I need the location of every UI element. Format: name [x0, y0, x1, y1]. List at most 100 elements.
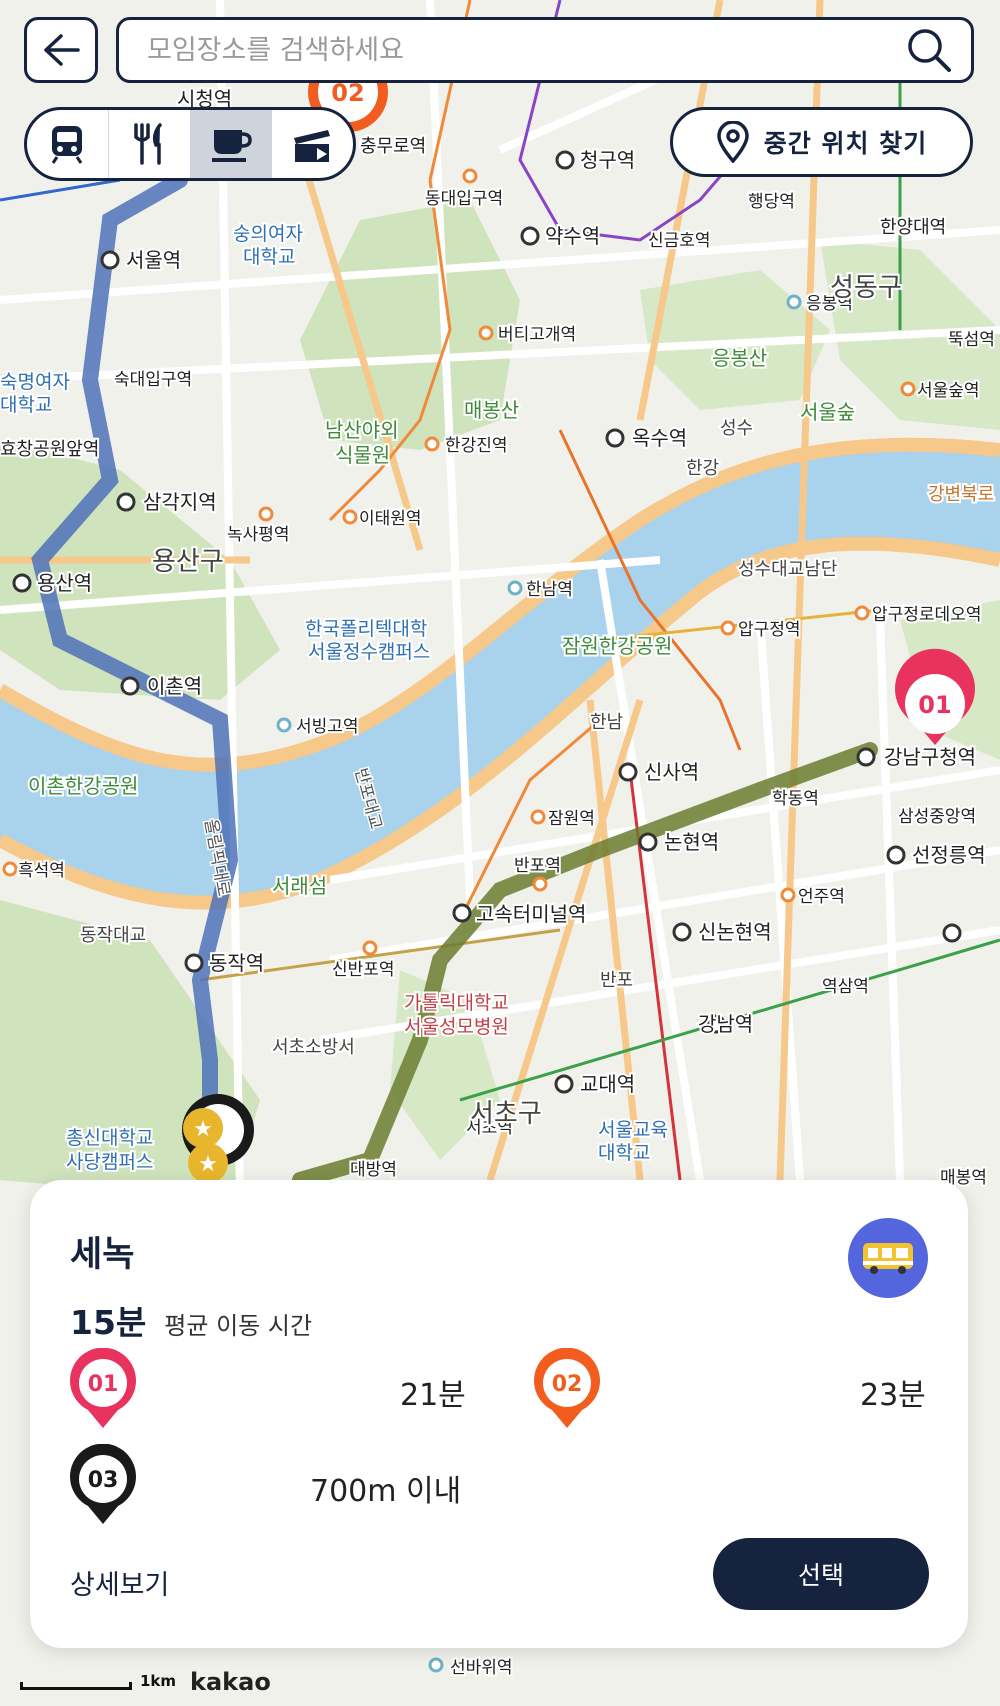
svg-text:용산구: 용산구	[152, 547, 224, 577]
participant-02-label: 02	[552, 1372, 583, 1397]
svg-text:이촌역: 이촌역	[147, 674, 202, 698]
svg-text:강변북로: 강변북로	[928, 484, 994, 505]
svg-text:선바위역: 선바위역	[450, 1658, 513, 1678]
detail-link[interactable]: 상세보기	[70, 1563, 169, 1602]
participant-03-time: 700m 이내	[310, 1474, 462, 1509]
svg-text:★: ★	[193, 1117, 213, 1142]
category-restaurant-button[interactable]	[109, 110, 191, 178]
svg-text:성수: 성수	[720, 418, 753, 439]
svg-text:옥수역: 옥수역	[632, 426, 687, 450]
svg-text:한국폴리텍대학: 한국폴리텍대학	[305, 618, 427, 640]
place-card: 세녹 15분 평균 이동 시간 01 21분 02 23분 03 700m 이내…	[30, 1180, 968, 1648]
participant-01-marker: 01	[70, 1348, 136, 1428]
svg-text:서빙고역: 서빙고역	[296, 717, 359, 737]
svg-text:한남: 한남	[590, 712, 623, 733]
svg-text:서래섬: 서래섬	[272, 874, 327, 898]
svg-text:행당역: 행당역	[748, 192, 795, 212]
svg-text:뚝섬역: 뚝섬역	[948, 330, 995, 350]
svg-text:언주역: 언주역	[798, 887, 845, 907]
svg-text:선정릉역: 선정릉역	[912, 843, 986, 867]
svg-text:반포: 반포	[600, 970, 633, 991]
svg-text:역삼역: 역삼역	[822, 977, 869, 997]
svg-text:충무로역: 충무로역	[360, 136, 426, 157]
participant-02-time: 23분	[860, 1378, 926, 1413]
svg-text:한양대역: 한양대역	[880, 217, 946, 238]
arrow-left-icon	[44, 34, 80, 66]
svg-text:신금호역: 신금호역	[648, 231, 711, 251]
category-cafe-button[interactable]	[190, 110, 273, 178]
svg-text:성동구: 성동구	[830, 273, 902, 303]
participant-02-marker: 02	[534, 1348, 600, 1428]
svg-text:흑석역: 흑석역	[18, 861, 65, 881]
participant-01-label: 01	[88, 1372, 119, 1397]
svg-text:압구정역: 압구정역	[738, 620, 801, 640]
map-attribution: kakao	[190, 1668, 271, 1696]
scale-bar	[20, 1682, 132, 1690]
restaurant-icon	[134, 123, 162, 165]
svg-text:이태원역: 이태원역	[359, 509, 422, 529]
svg-text:교대역: 교대역	[580, 1072, 635, 1096]
svg-text:동작역: 동작역	[209, 951, 264, 975]
cafe-icon	[211, 130, 252, 162]
svg-text:한강: 한강	[686, 458, 719, 479]
svg-text:서울숲: 서울숲	[800, 400, 855, 424]
svg-text:가톨릭대학교: 가톨릭대학교	[404, 992, 509, 1014]
svg-text:대방역: 대방역	[350, 1160, 397, 1180]
svg-text:★: ★	[198, 1152, 218, 1177]
svg-text:서울성모병원: 서울성모병원	[404, 1016, 509, 1038]
svg-text:대학교: 대학교	[598, 1142, 650, 1164]
app: 서울역 숙대입구역 삼각지역 용산역 이촌역 녹사평역 이태원역 한강진역 버티고개역 약수…	[0, 0, 1000, 1706]
participant-03-marker: 03	[70, 1444, 136, 1524]
svg-text:서울숲역: 서울숲역	[917, 381, 980, 401]
svg-text:잠원역: 잠원역	[548, 809, 595, 829]
svg-text:숙대입구역: 숙대입구역	[114, 370, 192, 390]
svg-text:사당캠퍼스: 사당캠퍼스	[66, 1151, 153, 1173]
category-movie-button[interactable]	[272, 110, 353, 178]
search-icon[interactable]	[903, 24, 955, 76]
svg-text:서울역: 서울역	[126, 248, 181, 272]
select-button[interactable]: 선택	[713, 1538, 929, 1610]
svg-text:잠원한강공원: 잠원한강공원	[562, 634, 672, 658]
svg-text:한남역: 한남역	[526, 580, 573, 600]
svg-text:녹사평역: 녹사평역	[227, 525, 290, 545]
movie-icon	[293, 130, 330, 162]
svg-text:강남역: 강남역	[698, 1012, 753, 1036]
back-button[interactable]	[24, 17, 98, 83]
average-time-label: 평균 이동 시간	[164, 1312, 313, 1340]
svg-text:대학교: 대학교	[0, 394, 52, 416]
svg-text:02: 02	[331, 79, 364, 107]
svg-text:학동역: 학동역	[772, 789, 819, 809]
svg-text:삼성중앙역: 삼성중앙역	[898, 807, 976, 827]
find-midpoint-button[interactable]: 중간 위치 찾기	[670, 107, 973, 177]
svg-text:약수역: 약수역	[545, 224, 600, 248]
svg-text:응봉산: 응봉산	[712, 346, 767, 370]
svg-text:동대입구역: 동대입구역	[425, 189, 503, 209]
participant-03-label: 03	[88, 1468, 119, 1493]
svg-text:삼각지역: 삼각지역	[143, 490, 217, 514]
svg-text:01: 01	[918, 691, 951, 719]
svg-text:효창공원앞역: 효창공원앞역	[0, 439, 99, 460]
svg-text:서초소방서: 서초소방서	[272, 1037, 355, 1058]
svg-text:신사역: 신사역	[644, 760, 699, 784]
average-travel-time: 15분 평균 이동 시간	[70, 1296, 312, 1344]
svg-text:총신대학교: 총신대학교	[66, 1127, 153, 1149]
svg-text:대학교: 대학교	[243, 246, 295, 268]
svg-text:청구역: 청구역	[580, 148, 635, 172]
svg-text:한강진역: 한강진역	[445, 436, 508, 456]
place-name: 세녹	[70, 1235, 135, 1275]
category-selector	[24, 107, 356, 181]
svg-text:숭의여자: 숭의여자	[233, 223, 303, 245]
search-bar[interactable]	[116, 17, 974, 83]
category-subway-button[interactable]	[27, 110, 109, 178]
svg-text:매봉산: 매봉산	[464, 398, 519, 422]
bus-icon	[848, 1218, 928, 1298]
svg-text:동작대교: 동작대교	[80, 925, 146, 946]
svg-text:논현역: 논현역	[664, 830, 719, 854]
svg-text:반포역: 반포역	[514, 856, 561, 876]
search-input[interactable]	[145, 33, 903, 67]
svg-text:압구정로데오역: 압구정로데오역	[872, 605, 981, 625]
svg-text:숙명여자: 숙명여자	[0, 371, 70, 393]
svg-text:신논현역: 신논현역	[698, 920, 772, 944]
svg-text:식물원: 식물원	[335, 443, 390, 467]
svg-text:용산역: 용산역	[37, 571, 92, 595]
